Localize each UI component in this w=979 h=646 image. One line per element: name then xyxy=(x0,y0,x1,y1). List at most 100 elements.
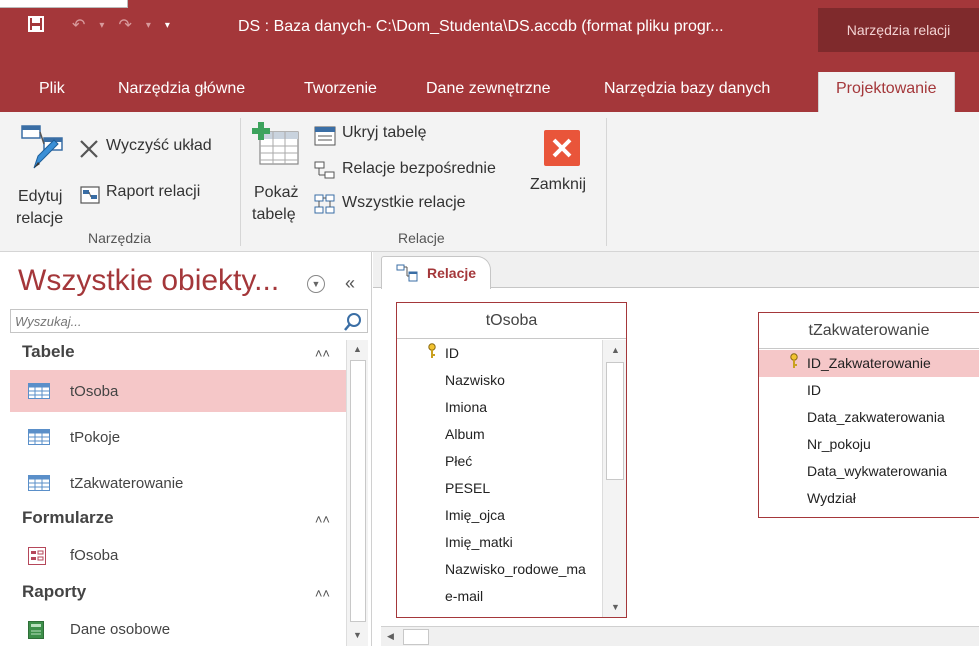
tab-relacje[interactable]: Relacje xyxy=(381,256,491,289)
scroll-up-icon[interactable]: ▲ xyxy=(353,344,362,354)
field-row[interactable]: Wydział xyxy=(759,485,979,512)
undo-dropdown-icon[interactable]: ▾ xyxy=(99,18,104,34)
clear-layout-button[interactable]: Wyczyść układ xyxy=(78,136,230,160)
field-row[interactable]: ID xyxy=(759,377,979,404)
field-label: Data_zakwaterowania xyxy=(807,409,945,425)
report-icon xyxy=(80,186,100,209)
ribbon-tabs: Plik Narzędzia główne Tworzenie Dane zew… xyxy=(0,72,979,112)
nav-section-label: Raporty xyxy=(22,582,87,601)
hide-table-button[interactable]: Ukryj tabelę xyxy=(312,124,512,148)
hide-table-icon xyxy=(314,126,336,151)
scroll-left-icon[interactable]: ◀ xyxy=(387,631,394,642)
tab-plik[interactable]: Plik xyxy=(39,80,65,98)
redo-dropdown-icon[interactable]: ▾ xyxy=(146,18,151,34)
field-label: Imiona xyxy=(445,399,488,415)
edit-relations-icon xyxy=(20,124,68,177)
undo-icon[interactable]: ↶ xyxy=(72,18,85,34)
nav-section-label: Tabele xyxy=(22,342,75,361)
nav-item-label: Dane osobowe xyxy=(70,621,171,638)
field-row[interactable]: Imię_ojca xyxy=(397,502,603,529)
collapse-section-icon[interactable]: ˄˄ xyxy=(315,346,330,361)
nav-item-label: fOsoba xyxy=(70,547,119,564)
field-row[interactable]: Data_zakwaterowania xyxy=(759,404,979,431)
nav-item-tpokoje[interactable]: tPokoje xyxy=(10,416,346,458)
field-row[interactable]: Album xyxy=(397,421,603,448)
table-scrollbar[interactable]: ▲ ▼ xyxy=(602,340,626,617)
field-row[interactable]: Nr_pokoju xyxy=(759,431,979,458)
hide-table-label: Ukryj tabelę xyxy=(342,124,427,141)
save-icon[interactable] xyxy=(28,16,44,36)
field-label: Nazwisko xyxy=(445,372,505,388)
close-icon xyxy=(544,130,580,171)
search-icon[interactable] xyxy=(343,312,363,337)
group-separator xyxy=(240,118,241,246)
tab-projektowanie[interactable]: Projektowanie xyxy=(818,72,955,112)
field-row[interactable]: e-mail xyxy=(397,583,603,610)
collapse-section-icon[interactable]: ˄˄ xyxy=(315,586,330,601)
all-relations-button[interactable]: Wszystkie relacje xyxy=(312,192,512,216)
table-tosoba[interactable]: tOsoba ID Nazwisko Imiona Album Płeć PES… xyxy=(396,302,627,618)
field-label: Imię_matki xyxy=(445,534,513,550)
redo-icon[interactable]: ↷ xyxy=(118,18,131,34)
relations-report-button[interactable]: Raport relacji xyxy=(78,182,230,206)
nav-item-label: tPokoje xyxy=(70,429,121,446)
nav-section-tabele[interactable]: Tabele ˄˄ xyxy=(10,342,346,370)
table-icon xyxy=(28,383,50,404)
field-row[interactable]: Płeć xyxy=(397,448,603,475)
scroll-thumb[interactable] xyxy=(350,360,366,622)
tab-tworzenie[interactable]: Tworzenie xyxy=(304,80,377,98)
collapse-section-icon[interactable]: ˄˄ xyxy=(315,512,330,527)
primary-key-icon xyxy=(427,343,437,362)
nav-search-input[interactable] xyxy=(11,310,331,332)
scroll-up-icon[interactable]: ▲ xyxy=(611,345,620,355)
scroll-down-icon[interactable]: ▼ xyxy=(611,602,620,612)
nav-item-dane-osobowe[interactable]: Dane osobowe xyxy=(10,608,346,646)
nav-item-tosoba[interactable]: tOsoba xyxy=(10,370,346,412)
field-row[interactable]: ID xyxy=(397,340,603,367)
relations-report-label: Raport relacji xyxy=(106,183,201,200)
tab-narzedzia-glowne[interactable]: Narzędzia główne xyxy=(118,80,245,98)
field-row[interactable]: PESEL xyxy=(397,475,603,502)
field-row[interactable]: Imię_matki xyxy=(397,529,603,556)
group-label-narzedzia: Narzędzia xyxy=(88,230,152,246)
customize-toolbar-icon[interactable]: ▾ xyxy=(165,18,170,34)
show-table-label-1: Pokaż xyxy=(254,184,299,201)
close-relations-button[interactable]: Zamknij xyxy=(526,126,598,218)
primary-key-icon xyxy=(789,353,799,372)
horizontal-scrollbar[interactable]: ◀ xyxy=(381,626,979,646)
nav-item-fosoba[interactable]: fOsoba xyxy=(10,534,346,576)
collapse-pane-icon[interactable]: « xyxy=(345,273,355,294)
field-row[interactable]: Nazwisko xyxy=(397,367,603,394)
scroll-down-icon[interactable]: ▼ xyxy=(353,630,362,640)
nav-section-formularze[interactable]: Formularze ˄˄ xyxy=(10,508,346,536)
field-row[interactable]: Data_wykwaterowania xyxy=(759,458,979,485)
ribbon: Edytuj relacje Wyczyść układ Raport rela… xyxy=(0,112,979,252)
table-icon xyxy=(28,475,50,496)
direct-relations-button[interactable]: Relacje bezpośrednie xyxy=(312,158,532,182)
nav-item-tzakwaterowanie[interactable]: tZakwaterowanie xyxy=(10,462,346,504)
nav-section-label: Formularze xyxy=(22,508,114,527)
nav-section-raporty[interactable]: Raporty ˄˄ xyxy=(10,582,346,610)
table-title[interactable]: tOsoba xyxy=(397,303,626,339)
field-label: ID xyxy=(445,345,459,361)
tab-dane-zewnetrzne[interactable]: Dane zewnętrzne xyxy=(426,80,551,98)
field-row[interactable]: Nazwisko_rodowe_ma xyxy=(397,556,603,583)
edit-relations-button[interactable]: Edytuj relacje xyxy=(14,120,74,227)
field-row[interactable]: ID_Zakwaterowanie xyxy=(759,350,979,377)
table-tzakwaterowanie[interactable]: tZakwaterowanie ID_Zakwaterowanie ID Dat… xyxy=(758,312,979,518)
nav-title[interactable]: Wszystkie obiekty... xyxy=(18,264,279,298)
nav-scrollbar[interactable]: ▲ ▼ xyxy=(346,340,368,646)
table-title[interactable]: tZakwaterowanie xyxy=(759,313,979,349)
table-icon xyxy=(28,429,50,450)
field-label: Imię_ojca xyxy=(445,507,505,523)
document-tab-label: Relacje xyxy=(427,265,477,281)
nav-dropdown-icon[interactable]: ▼ xyxy=(307,275,325,293)
context-tab-header: Narzędzia relacji xyxy=(818,8,979,52)
scroll-thumb[interactable] xyxy=(606,362,624,480)
field-row[interactable]: Imiona xyxy=(397,394,603,421)
tab-narzedzia-bazy-danych[interactable]: Narzędzia bazy danych xyxy=(604,80,770,98)
show-table-button[interactable]: Pokaż tabelę xyxy=(248,120,304,226)
scroll-thumb[interactable] xyxy=(403,629,429,645)
all-relations-label: Wszystkie relacje xyxy=(342,194,466,211)
field-label: ID_Zakwaterowanie xyxy=(807,355,931,371)
